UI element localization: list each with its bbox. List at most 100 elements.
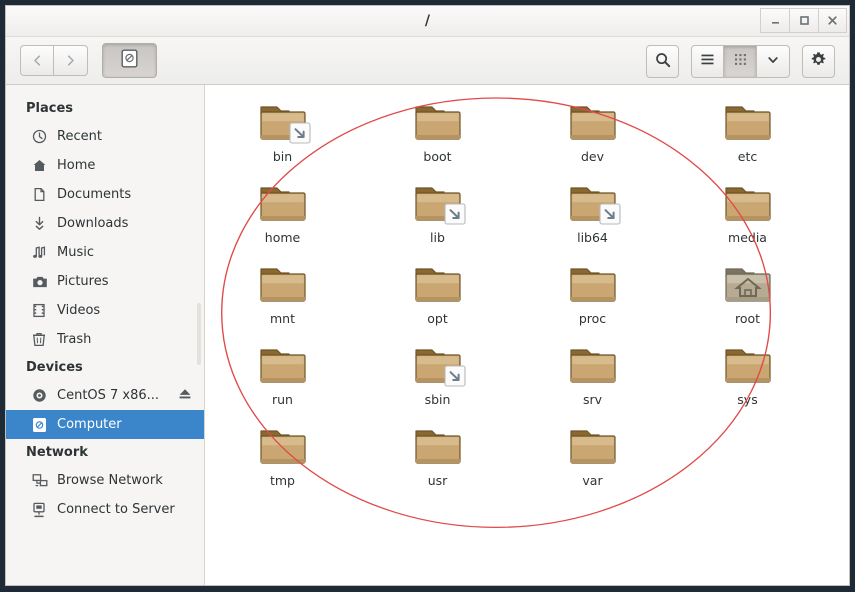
file-label: lib (430, 230, 445, 245)
file-icon-media[interactable]: media (670, 180, 825, 261)
minimize-button[interactable] (760, 8, 789, 33)
sidebar-item-computer[interactable]: Computer (6, 410, 204, 439)
symlink-emblem-icon (443, 365, 466, 387)
sidebar-item-label: Videos (57, 303, 101, 318)
toolbar (6, 37, 849, 85)
folder-icon (724, 342, 772, 388)
trash-icon (32, 332, 50, 347)
folder-icon (259, 261, 307, 307)
file-label: run (272, 392, 293, 407)
file-icon-sbin[interactable]: sbin (360, 342, 515, 423)
sidebar-item-browse-network[interactable]: Browse Network (6, 466, 204, 495)
list-view-button[interactable] (691, 45, 724, 78)
home-folder-icon (724, 261, 772, 307)
folder-icon (414, 423, 462, 469)
maximize-button[interactable] (789, 8, 818, 33)
file-list-area[interactable]: bin boot dev etc home lib lib64 media mnt opt proc… (205, 85, 849, 585)
file-label: var (582, 473, 603, 488)
sidebar-item-label: Pictures (57, 274, 109, 289)
sidebar-item-label: Connect to Server (57, 502, 175, 517)
sidebar-item-music[interactable]: Music (6, 238, 204, 267)
view-mode-group (691, 45, 790, 78)
sidebar-item-connect-to-server[interactable]: Connect to Server (6, 495, 204, 524)
computer-icon (121, 49, 138, 72)
file-label: sbin (424, 392, 451, 407)
close-button[interactable] (818, 8, 847, 33)
symlink-emblem-icon (443, 203, 466, 225)
folder-icon (724, 99, 772, 145)
settings-button[interactable] (802, 45, 835, 78)
list-icon (700, 52, 715, 71)
file-icon-mnt[interactable]: mnt (205, 261, 360, 342)
file-label: etc (737, 149, 758, 164)
view-options-button[interactable] (757, 45, 790, 78)
sidebar-item-trash[interactable]: Trash (6, 325, 204, 354)
file-label: mnt (270, 311, 295, 326)
file-icon-var[interactable]: var (515, 423, 670, 504)
file-icon-tmp[interactable]: tmp (205, 423, 360, 504)
file-icon-dev[interactable]: dev (515, 99, 670, 180)
file-icon-etc[interactable]: etc (670, 99, 825, 180)
path-bar-computer-button[interactable] (102, 43, 157, 78)
sidebar-item-home[interactable]: Home (6, 151, 204, 180)
sidebar-item-documents[interactable]: Documents (6, 180, 204, 209)
server-icon (32, 502, 50, 518)
search-button[interactable] (646, 45, 679, 78)
folder-icon (569, 342, 617, 388)
folder-icon (569, 261, 617, 307)
file-label: usr (427, 473, 448, 488)
file-icon-bin[interactable]: bin (205, 99, 360, 180)
file-icon-opt[interactable]: opt (360, 261, 515, 342)
file-icon-lib64[interactable]: lib64 (515, 180, 670, 261)
folder-icon (259, 99, 311, 145)
symlink-emblem-icon (288, 122, 311, 144)
sidebar-item-centos-7-x86[interactable]: CentOS 7 x86... (6, 381, 204, 410)
folder-icon (414, 180, 466, 226)
file-icon-sys[interactable]: sys (670, 342, 825, 423)
sidebar-heading-network: Network (26, 445, 88, 460)
sidebar-item-label: Browse Network (57, 473, 163, 488)
folder-icon (569, 423, 617, 469)
sidebar-item-recent[interactable]: Recent (6, 122, 204, 151)
sidebar-item-label: Downloads (57, 216, 129, 231)
clock-icon (32, 129, 50, 144)
gear-icon (810, 51, 827, 72)
back-button[interactable] (20, 45, 54, 76)
file-icon-lib[interactable]: lib (360, 180, 515, 261)
chevron-down-icon (766, 52, 780, 71)
file-icon-home[interactable]: home (205, 180, 360, 261)
file-icon-proc[interactable]: proc (515, 261, 670, 342)
document-icon (32, 187, 50, 202)
sidebar-heading-devices: Devices (26, 360, 83, 375)
sidebar-item-label: Documents (57, 187, 132, 202)
window-title: / (424, 13, 431, 29)
folder-icon (259, 180, 307, 226)
sidebar-item-downloads[interactable]: Downloads (6, 209, 204, 238)
grid-view-button[interactable] (724, 45, 757, 78)
eject-icon[interactable] (178, 387, 192, 404)
forward-button[interactable] (54, 45, 88, 76)
titlebar: / (6, 6, 849, 37)
file-icon-run[interactable]: run (205, 342, 360, 423)
file-label: sys (737, 392, 758, 407)
sidebar-item-videos[interactable]: Videos (6, 296, 204, 325)
file-icon-srv[interactable]: srv (515, 342, 670, 423)
file-label: tmp (269, 473, 295, 488)
computer-icon (32, 417, 50, 433)
symlink-emblem-icon (598, 203, 621, 225)
file-label: boot (423, 149, 452, 164)
sidebar-heading-places: Places (26, 101, 74, 116)
file-icon-boot[interactable]: boot (360, 99, 515, 180)
sidebar-item-label: CentOS 7 x86... (57, 388, 160, 403)
file-label: srv (582, 392, 603, 407)
file-icon-usr[interactable]: usr (360, 423, 515, 504)
file-icon-root[interactable]: root (670, 261, 825, 342)
download-icon (32, 216, 50, 231)
sidebar-scrollbar[interactable] (197, 303, 201, 365)
file-label: lib64 (577, 230, 608, 245)
folder-icon (414, 342, 466, 388)
sidebar-item-pictures[interactable]: Pictures (6, 267, 204, 296)
sidebar: Places Recent Home Documents Downloads Music P… (6, 85, 205, 585)
navigation-buttons (20, 45, 88, 76)
folder-icon (414, 261, 462, 307)
